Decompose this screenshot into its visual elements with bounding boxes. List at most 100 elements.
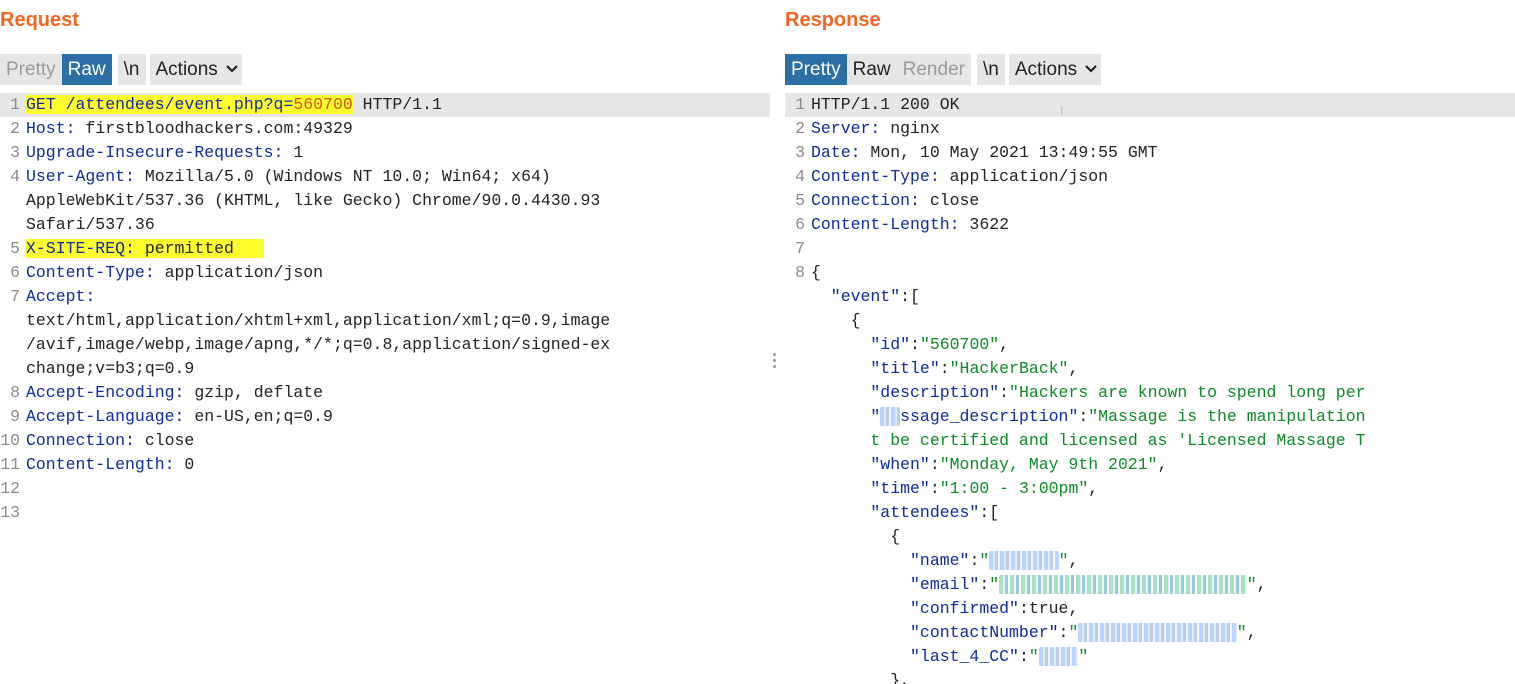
request-title: Request [0, 9, 79, 31]
code-line[interactable]: 8 Accept-Encoding: gzip, deflate [0, 381, 770, 405]
code-line[interactable]: 1 GET /attendees/event.php?q=560700 HTTP/… [0, 93, 770, 117]
request-raw-button[interactable]: Raw [61, 53, 112, 85]
code-token: Mon, 10 May 2021 13:49:55 GMT [860, 143, 1158, 162]
code-line[interactable]: "attendees":[ [785, 501, 1515, 525]
code-line[interactable]: "confirmed":true, [785, 597, 1515, 621]
code-line[interactable]: AppleWebKit/537.36 (KHTML, like Gecko) C… [0, 189, 770, 213]
request-newline-button[interactable]: \n [117, 53, 146, 85]
code-text: t be certified and licensed as 'Licensed… [811, 429, 1365, 453]
code-token: , [1256, 575, 1267, 594]
code-text: }, [811, 669, 910, 684]
code-token: , [1068, 551, 1079, 570]
code-text: User-Agent: Mozilla/5.0 (Windows NT 10.0… [26, 165, 551, 189]
code-text: Connection: close [26, 429, 194, 453]
code-line[interactable]: { [785, 525, 1515, 549]
response-panel: Response Pretty Raw Render \n Actions 1H… [785, 0, 1515, 684]
code-token: AppleWebKit/537.36 (KHTML, like Gecko) C… [26, 191, 601, 210]
line-number: 7 [10, 287, 20, 306]
code-line[interactable]: change;v=b3;q=0.9 [0, 357, 770, 381]
code-line[interactable]: 4 User-Agent: Mozilla/5.0 (Windows NT 10.… [0, 165, 770, 189]
code-line[interactable]: "event":[ [785, 285, 1515, 309]
code-line[interactable]: 3 Date: Mon, 10 May 2021 13:49:55 GMT [785, 141, 1515, 165]
request-editor[interactable]: 1 GET /attendees/event.php?q=560700 HTTP/… [0, 93, 770, 684]
code-line[interactable]: 2 Server: nginx [785, 117, 1515, 141]
response-pretty-button[interactable]: Pretty [785, 53, 847, 85]
vertical-dots-icon[interactable] [773, 353, 777, 371]
code-token: "event" [811, 287, 901, 306]
code-text: "time":"1:00 - 3:00pm", [811, 477, 1098, 501]
code-token: HTTP/1.1 200 OK [811, 95, 960, 114]
code-token: { [811, 311, 861, 330]
code-text: "when":"Monday, May 9th 2021", [811, 453, 1167, 477]
code-token: :[ [900, 287, 920, 306]
code-token: "when" [811, 455, 930, 474]
code-line[interactable]: 13 [0, 501, 770, 525]
code-line[interactable]: "name":"XXXXX X", [785, 549, 1515, 573]
code-line[interactable]: "id":"560700", [785, 333, 1515, 357]
code-line[interactable]: 7 [785, 237, 1515, 261]
code-token: "name" [811, 551, 970, 570]
code-token: "560700" [919, 335, 1000, 354]
code-line[interactable]: { [785, 309, 1515, 333]
code-line[interactable]: 5 Connection: close [785, 189, 1515, 213]
response-render-button[interactable]: Render [896, 53, 971, 85]
code-line[interactable]: 6 Content-Type: application/json [0, 261, 770, 285]
code-line[interactable]: /avif,image/webp,image/apng,*/*;q=0.8,ap… [0, 333, 770, 357]
code-token: : [1018, 647, 1029, 666]
line-number: 11 [0, 455, 20, 474]
code-text: Safari/537.36 [26, 213, 155, 237]
code-token: close [919, 191, 980, 210]
code-token: Safari/537.36 [26, 215, 155, 234]
response-actions-button[interactable]: Actions [1008, 53, 1102, 85]
code-line[interactable]: 6 Content-Length: 3622 [785, 213, 1515, 237]
code-line[interactable]: "when":"Monday, May 9th 2021", [785, 453, 1515, 477]
code-line[interactable]: Safari/537.36 [0, 213, 770, 237]
code-text: Date: Mon, 10 May 2021 13:49:55 GMT [811, 141, 1158, 165]
code-line[interactable]: 12 [0, 477, 770, 501]
response-toolbar: Pretty Raw Render \n Actions [785, 53, 1105, 85]
code-token: User-Agent: [26, 167, 135, 186]
code-line[interactable]: "time":"1:00 - 3:00pm", [785, 477, 1515, 501]
code-token: 3622 [959, 215, 1010, 234]
code-line[interactable]: "title":"HackerBack", [785, 357, 1515, 381]
request-actions-button[interactable]: Actions [149, 53, 242, 85]
code-token: application/json [154, 263, 324, 282]
code-line[interactable]: 10 Connection: close [0, 429, 770, 453]
code-line[interactable]: }, [785, 669, 1515, 684]
code-line[interactable]: 4 Content-Type: application/json [785, 165, 1515, 189]
code-line[interactable]: 8{ [785, 261, 1515, 285]
code-text: Accept-Language: en-US,en;q=0.9 [26, 405, 333, 429]
code-token: "email" [811, 575, 980, 594]
response-editor[interactable]: 1 HTTP/1.1 200 OK 2 Server: nginx 3 Date: Mon… [785, 93, 1515, 684]
code-line[interactable]: "description":"Hackers are known to spen… [785, 381, 1515, 405]
redacted-text: XXXXX X [989, 551, 1059, 570]
code-text: "confirmed":true, [811, 597, 1078, 621]
code-token: , [999, 335, 1010, 354]
code-line[interactable]: "massage_description":"Massage is the ma… [785, 405, 1515, 429]
line-number: 1 [795, 95, 805, 114]
code-token: 560700 [293, 95, 353, 114]
code-token: " [979, 551, 990, 570]
code-text: "email":"XXXXXXXXXXXXXXXXXXXXXXXXX", [811, 573, 1267, 597]
chevron-down-icon [226, 64, 238, 74]
code-line[interactable]: text/html,application/xhtml+xml,applicat… [0, 309, 770, 333]
code-line[interactable]: 5 X-SITE-REQ: permitted [0, 237, 770, 261]
code-text: Host: firstbloodhackers.com:49329 [26, 117, 353, 141]
code-token: change;v=b3;q=0.9 [26, 359, 195, 378]
code-line[interactable]: "last_4_CC":"XXXX" [785, 645, 1515, 669]
code-token: , [1088, 479, 1099, 498]
code-line[interactable]: "contactNumber":"XXX XXX XXX XXXX", [785, 621, 1515, 645]
code-line[interactable]: 2 Host: firstbloodhackers.com:49329 [0, 117, 770, 141]
response-raw-button[interactable]: Raw [846, 53, 897, 85]
code-line[interactable]: 7 Accept: [0, 285, 770, 309]
code-token: " [1078, 647, 1089, 666]
request-pretty-button[interactable]: Pretty [0, 53, 62, 85]
code-line[interactable]: t be certified and licensed as 'Licensed… [785, 429, 1515, 453]
code-line[interactable]: 11 Content-Length: 0 [0, 453, 770, 477]
code-line[interactable]: 9 Accept-Language: en-US,en;q=0.9 [0, 405, 770, 429]
code-line[interactable]: 3 Upgrade-Insecure-Requests: 1 [0, 141, 770, 165]
code-line[interactable]: "email":"XXXXXXXXXXXXXXXXXXXXXXXXX", [785, 573, 1515, 597]
code-token: " [1246, 575, 1257, 594]
code-line[interactable]: 1 HTTP/1.1 200 OK [785, 93, 1515, 117]
response-newline-button[interactable]: \n [976, 53, 1005, 85]
